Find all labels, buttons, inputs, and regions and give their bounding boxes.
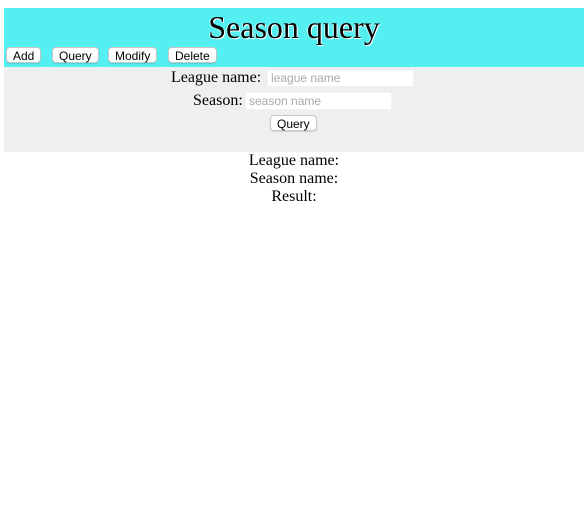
season-label: Season: [193, 92, 243, 109]
query-nav-button[interactable]: Query [52, 47, 99, 63]
season-name-input[interactable] [245, 92, 392, 110]
results-panel: League name: Season name: Result: [0, 152, 588, 206]
delete-button[interactable]: Delete [168, 47, 217, 63]
page-title: Season query [208, 9, 380, 45]
result-season-name-label: Season name: [249, 170, 339, 187]
league-name-input[interactable] [267, 69, 414, 87]
query-submit-button[interactable]: Query [270, 115, 317, 131]
modify-button[interactable]: Modify [108, 47, 158, 63]
header-bar: Season query Add Query Modify Delete [4, 8, 584, 67]
query-form: League name: Season: Query [4, 67, 584, 152]
app-frame: Season query Add Query Modify Delete Lea… [4, 8, 584, 152]
result-label: Result: [271, 188, 317, 205]
result-league-name-label: League name: [248, 152, 340, 169]
add-button[interactable]: Add [6, 47, 42, 63]
league-name-label: League name: [171, 69, 262, 86]
